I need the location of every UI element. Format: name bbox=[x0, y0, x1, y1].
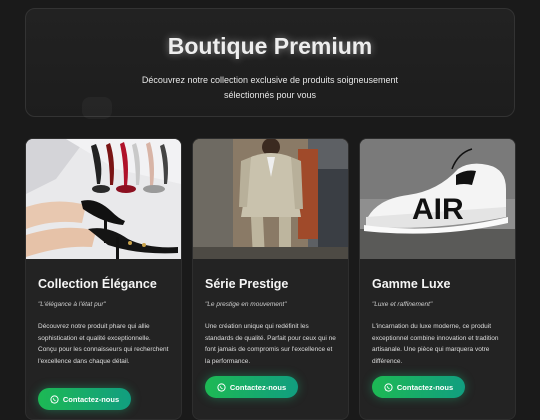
product-card-luxe: AIR Gamme Luxe "Luxe et raffinement" L'i… bbox=[359, 138, 516, 420]
hero-banner: Boutique Premium Découvrez notre collect… bbox=[25, 8, 515, 119]
product-image-sneaker: AIR bbox=[360, 139, 515, 259]
card-title: Collection Élégance bbox=[38, 277, 157, 291]
sneaker-air-text: AIR bbox=[412, 193, 464, 226]
contact-button[interactable]: Contactez-nous bbox=[38, 388, 131, 410]
contact-button[interactable]: Contactez-nous bbox=[372, 376, 465, 398]
product-image-suit bbox=[193, 139, 348, 259]
contact-button[interactable]: Contactez-nous bbox=[205, 376, 298, 398]
card-description: L'incarnation du luxe moderne, ce produi… bbox=[372, 323, 499, 365]
card-title: Gamme Luxe bbox=[372, 277, 451, 291]
card-description: Découvrez notre produit phare qui allie … bbox=[38, 323, 169, 365]
page-title: Boutique Premium bbox=[167, 33, 373, 59]
whatsapp-icon bbox=[217, 382, 226, 392]
contact-button-label: Contactez-nous bbox=[62, 394, 120, 404]
product-card-elegance: Collection Élégance "L'élégance à l'état… bbox=[25, 138, 182, 420]
card-title: Série Prestige bbox=[205, 277, 289, 291]
card-tagline: "Luxe et raffinement" bbox=[372, 301, 433, 308]
decorative-shape bbox=[82, 97, 112, 119]
contact-button-label: Contactez-nous bbox=[396, 382, 454, 392]
product-card-prestige: Série Prestige "Le prestige en mouvement… bbox=[192, 138, 349, 420]
contact-button-label: Contactez-nous bbox=[229, 382, 287, 392]
page-subtitle: Découvrez notre collection exclusive de … bbox=[141, 75, 399, 100]
card-tagline: "Le prestige en mouvement" bbox=[205, 301, 287, 308]
card-description: Une création unique qui redéfinit les st… bbox=[205, 323, 336, 365]
whatsapp-icon bbox=[50, 394, 59, 404]
card-tagline: "L'élégance à l'état pur" bbox=[38, 301, 106, 308]
product-image-heels bbox=[26, 139, 181, 259]
whatsapp-icon bbox=[384, 382, 393, 392]
